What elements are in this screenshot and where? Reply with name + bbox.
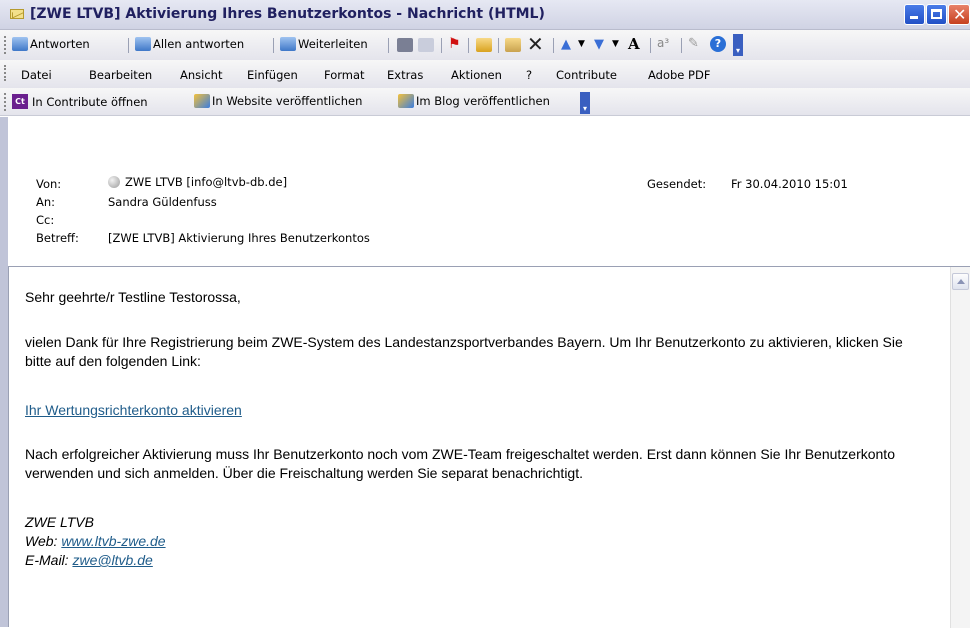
print-icon[interactable] (397, 38, 413, 52)
message-header: Von: ZWE LTVB [info@ltvb-db.de] Gesendet… (0, 117, 970, 266)
menu-bar: Datei Bearbeiten Ansicht Einfügen Format… (0, 60, 970, 88)
menu-contribute[interactable]: Contribute (556, 68, 617, 82)
font-size-icon[interactable]: A (628, 35, 640, 53)
maximize-button[interactable] (926, 4, 947, 25)
folder-icon[interactable] (476, 38, 492, 52)
close-icon: ✕ (953, 5, 967, 24)
move-icon[interactable] (505, 38, 521, 52)
sent-label: Gesendet: (647, 177, 707, 191)
toolbar-grip[interactable] (4, 93, 8, 111)
delete-icon[interactable]: ✕ (527, 32, 544, 56)
menu-help[interactable]: ? (526, 68, 532, 82)
maximize-icon (931, 9, 942, 19)
sender-name[interactable]: ZWE LTVB [info@ltvb-db.de] (125, 175, 287, 189)
window-title: [ZWE LTVB] Aktivierung Ihres Benutzerkon… (30, 6, 545, 22)
signature-web: Web: www.ltvb-zwe.de (25, 532, 925, 551)
message-body: Sehr geehrte/r Testline Testorossa, viel… (8, 266, 970, 628)
menu-format[interactable]: Format (324, 68, 365, 82)
mail-label: E-Mail: (25, 552, 73, 568)
minimize-button[interactable] (904, 4, 925, 25)
open-in-contribute-button[interactable]: Ct In Contribute öffnen (12, 94, 148, 109)
menu-extras[interactable]: Extras (387, 68, 423, 82)
scroll-up-button[interactable] (952, 273, 969, 290)
presence-icon (108, 176, 120, 188)
activation-link-line: Ihr Wertungsrichterkonto aktivieren (25, 401, 925, 420)
mail-link[interactable]: zwe@ltvb.de (72, 552, 152, 568)
forward-icon (280, 37, 296, 51)
publish-blog-label: Im Blog veröffentlichen (416, 94, 550, 108)
activation-link[interactable]: Ihr Wertungsrichterkonto aktivieren (25, 402, 242, 418)
publish-website-label: In Website veröffentlichen (212, 94, 363, 108)
previous-item-icon[interactable]: ▲ (561, 37, 571, 52)
subject-label: Betreff: (36, 231, 79, 245)
envelope-icon (10, 9, 24, 19)
from-value[interactable]: ZWE LTVB [info@ltvb-db.de] (108, 175, 287, 189)
minimize-icon (910, 16, 918, 19)
to-label: An: (36, 195, 56, 209)
encoding-icon[interactable]: a³ (657, 36, 669, 50)
web-label: Web: (25, 533, 62, 549)
separator (128, 38, 129, 53)
menu-einfuegen[interactable]: Einfügen (247, 68, 298, 82)
chevron-down-icon[interactable]: ▼ (612, 39, 619, 49)
title-bar: [ZWE LTVB] Aktivierung Ihres Benutzerkon… (0, 0, 970, 30)
toolbar-grip[interactable] (4, 36, 8, 54)
menu-ansicht[interactable]: Ansicht (180, 68, 222, 82)
cc-label: Cc: (36, 213, 55, 227)
forward-button[interactable]: Weiterleiten (280, 37, 368, 51)
separator (388, 38, 389, 53)
publish-blog-button[interactable]: Im Blog veröffentlichen (398, 94, 550, 108)
standard-toolbar: Antworten Allen antworten Weiterleiten ⚑… (0, 30, 970, 60)
help-icon[interactable]: ? (710, 36, 726, 52)
copy-icon[interactable] (418, 38, 434, 52)
left-border (0, 117, 8, 627)
subject-value: [ZWE LTVB] Aktivierung Ihres Benutzerkon… (108, 231, 370, 245)
body-paragraph-1: vielen Dank für Ihre Registrierung beim … (25, 334, 903, 369)
vertical-scrollbar[interactable] (950, 267, 970, 628)
publish-blog-icon (398, 94, 414, 108)
open-in-contribute-label: In Contribute öffnen (32, 94, 148, 109)
body-paragraph-2: Nach erfolgreicher Aktivierung muss Ihr … (25, 446, 895, 481)
from-label: Von: (36, 177, 62, 191)
flag-icon[interactable]: ⚑ (448, 36, 461, 52)
next-item-icon[interactable]: ▼ (594, 37, 604, 52)
reply-all-label: Allen antworten (153, 37, 245, 51)
to-value[interactable]: Sandra Güldenfuss (108, 195, 217, 209)
forward-label: Weiterleiten (298, 37, 368, 51)
reply-label: Antworten (30, 37, 90, 51)
separator (273, 38, 274, 53)
separator (498, 38, 499, 53)
separator (468, 38, 469, 53)
separator (681, 38, 682, 53)
menu-datei[interactable]: Datei (21, 68, 52, 82)
reply-all-button[interactable]: Allen antworten (135, 37, 244, 51)
menu-adobe-pdf[interactable]: Adobe PDF (648, 68, 710, 82)
signature-mail: E-Mail: zwe@ltvb.de (25, 551, 925, 570)
publish-website-button[interactable]: In Website veröffentlichen (194, 94, 362, 108)
contribute-icon: Ct (12, 94, 28, 109)
web-link[interactable]: www.ltvb-zwe.de (61, 533, 165, 549)
reply-button[interactable]: Antworten (12, 37, 90, 51)
permission-icon[interactable]: ✎ (688, 36, 699, 51)
reply-icon (12, 37, 28, 51)
sent-value: Fr 30.04.2010 15:01 (731, 177, 848, 191)
publish-website-icon (194, 94, 210, 108)
toolbar-options-icon[interactable]: ▾ (733, 34, 743, 56)
chevron-down-icon[interactable]: ▼ (578, 39, 585, 49)
contribute-toolbar: Ct In Contribute öffnen In Website veröf… (0, 88, 970, 116)
close-button[interactable]: ✕ (948, 4, 970, 25)
separator (553, 38, 554, 53)
separator (650, 38, 651, 53)
menu-aktionen[interactable]: Aktionen (451, 68, 502, 82)
greeting: Sehr geehrte/r Testline Testorossa, (25, 289, 241, 305)
separator (441, 38, 442, 53)
toolbar-grip[interactable] (4, 65, 8, 81)
signature-name: ZWE LTVB (25, 514, 94, 530)
reply-all-icon (135, 37, 151, 51)
menu-bearbeiten[interactable]: Bearbeiten (89, 68, 152, 82)
toolbar-options-icon[interactable]: ▾ (580, 92, 590, 114)
